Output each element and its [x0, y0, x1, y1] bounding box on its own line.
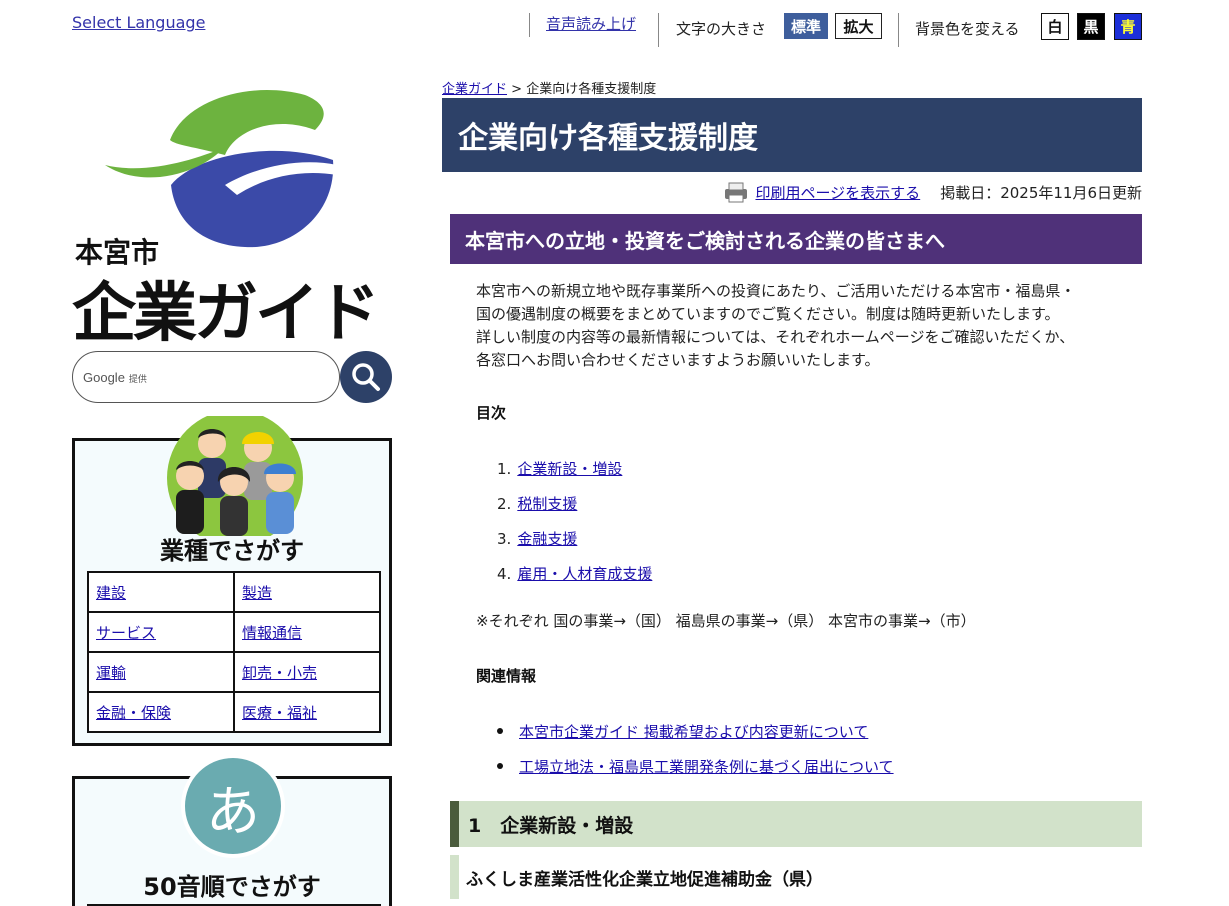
breadcrumb-home-link[interactable]: 企業ガイド [442, 82, 507, 97]
category-link[interactable]: 情報通信 [242, 624, 302, 642]
page-title: 企業向け各種支援制度 [442, 98, 1142, 172]
select-language-link[interactable]: Select Language [72, 13, 205, 32]
table-row: サービス 情報通信 [87, 611, 381, 653]
category-link[interactable]: 製造 [242, 584, 272, 602]
divider [898, 13, 899, 47]
breadcrumb-current: 企業向け各種支援制度 [526, 82, 657, 97]
intro-line: 各窓口へお問い合わせくださいますようお願いいたします。 [476, 351, 880, 369]
workers-illustration-icon [167, 416, 303, 536]
table-row: 建設 製造 [87, 571, 381, 613]
category-link[interactable]: 医療・福祉 [242, 704, 317, 722]
search-placeholder: Google 提供 [83, 369, 147, 385]
search-button[interactable] [340, 351, 392, 403]
industry-category-table: 建設 製造 サービス 情報通信 運輸 卸売・小売 金融・保険 医療・福祉 [87, 571, 381, 733]
category-link[interactable]: 金融・保険 [96, 704, 171, 722]
bg-white-button[interactable]: 白 [1041, 13, 1069, 40]
subsection-heading: 1 企業新設・増設 [450, 801, 1142, 847]
print-row: 印刷用ページを表示する 掲載日：2025年11月6日更新 [723, 181, 1142, 203]
industry-search-panel: 業種でさがす 建設 製造 サービス 情報通信 運輸 卸売・小売 金融・保険 医療… [72, 416, 392, 746]
breadcrumb: 企業ガイド > 企業向け各種支援制度 [442, 78, 656, 97]
related-list: 本宮市企業ガイド 掲載希望および内容更新について 工場立地法・福島県工業開発条例… [497, 721, 894, 791]
related-link[interactable]: 本宮市企業ガイド 掲載希望および内容更新について [519, 721, 868, 742]
list-item: 2. 税制支援 [497, 495, 578, 513]
intro-line: 国の優遇制度の概要をまとめていますのでご覧ください。制度は随時更新いたします。 [476, 305, 1060, 323]
toc-link[interactable]: 企業新設・増設 [517, 460, 622, 478]
intro-line: 本宮市への新規立地や既存事業所への投資にあたり、ご活用いただける本宮市・福島県・ [476, 282, 1076, 300]
list-item: 工場立地法・福島県工業開発条例に基づく届出について [497, 756, 894, 791]
category-link[interactable]: 運輸 [96, 664, 126, 682]
divider [529, 13, 530, 37]
industry-panel-title: 業種でさがす [160, 537, 304, 565]
toc-title: 目次 [476, 404, 507, 422]
logo-mark-icon [105, 90, 337, 248]
text-size-normal-button[interactable]: 標準 [784, 13, 828, 39]
breadcrumb-separator: > [511, 82, 523, 97]
list-item: 3. 金融支援 [497, 530, 578, 548]
print-page-link[interactable]: 印刷用ページを表示する [755, 182, 920, 203]
table-row: 運輸 卸売・小売 [87, 651, 381, 693]
table-row: 金融・保険 医療・福祉 [87, 691, 381, 733]
category-link[interactable]: 建設 [96, 584, 126, 602]
divider [658, 13, 659, 47]
publish-date: 掲載日：2025年11月6日更新 [940, 183, 1142, 202]
list-item: 本宮市企業ガイド 掲載希望および内容更新について [497, 721, 894, 756]
bg-blue-button[interactable]: 青 [1114, 13, 1142, 40]
section-heading: 本宮市への立地・投資をご検討される企業の皆さまへ [450, 214, 1142, 264]
toc-list: 1. 企業新設・増設 2. 税制支援 3. 金融支援 4. 雇用・人材育成支援 [497, 458, 652, 598]
kana-panel-title: 50音順でさがす [143, 873, 321, 901]
toc-link[interactable]: 金融支援 [517, 530, 577, 548]
bg-black-button[interactable]: 黒 [1077, 13, 1105, 40]
kana-search-panel: あ 50音順でさがす [72, 754, 392, 906]
text-size-large-button[interactable]: 拡大 [835, 13, 882, 39]
category-link[interactable]: 卸売・小売 [242, 664, 317, 682]
toc-link[interactable]: 雇用・人材育成支援 [517, 565, 652, 583]
list-item: 4. 雇用・人材育成支援 [497, 565, 653, 583]
voice-readout-link[interactable]: 音声読み上げ [546, 13, 636, 34]
subsubsection-heading: ふくしま産業活性化企業立地促進補助金（県） [450, 855, 1142, 899]
logo-guide-title: 企業ガイド [72, 277, 380, 351]
bullet-icon [497, 728, 503, 734]
search-icon [352, 363, 380, 391]
related-link[interactable]: 工場立地法・福島県工業開発条例に基づく届出について [519, 756, 894, 777]
text-size-label: 文字の大きさ [676, 20, 767, 38]
related-info-title: 関連情報 [476, 667, 537, 685]
bullet-icon [497, 763, 503, 769]
legend-note: ※それぞれ 国の事業→（国） 福島県の事業→（県） 本宮市の事業→（市） [476, 612, 976, 630]
intro-text: 本宮市への新規立地や既存事業所への投資にあたり、ご活用いただける本宮市・福島県・… [476, 280, 1126, 372]
intro-line: 詳しい制度の内容等の最新情報については、それぞれホームページをご確認いただくか、 [476, 328, 1075, 346]
search-input[interactable]: Google 提供 [72, 351, 340, 403]
printer-icon [725, 182, 748, 203]
toc-link[interactable]: 税制支援 [517, 495, 577, 513]
kana-a-icon: あ [181, 754, 285, 858]
list-item: 1. 企業新設・増設 [497, 460, 623, 478]
background-color-label: 背景色を変える [915, 20, 1020, 38]
category-link[interactable]: サービス [96, 624, 156, 642]
